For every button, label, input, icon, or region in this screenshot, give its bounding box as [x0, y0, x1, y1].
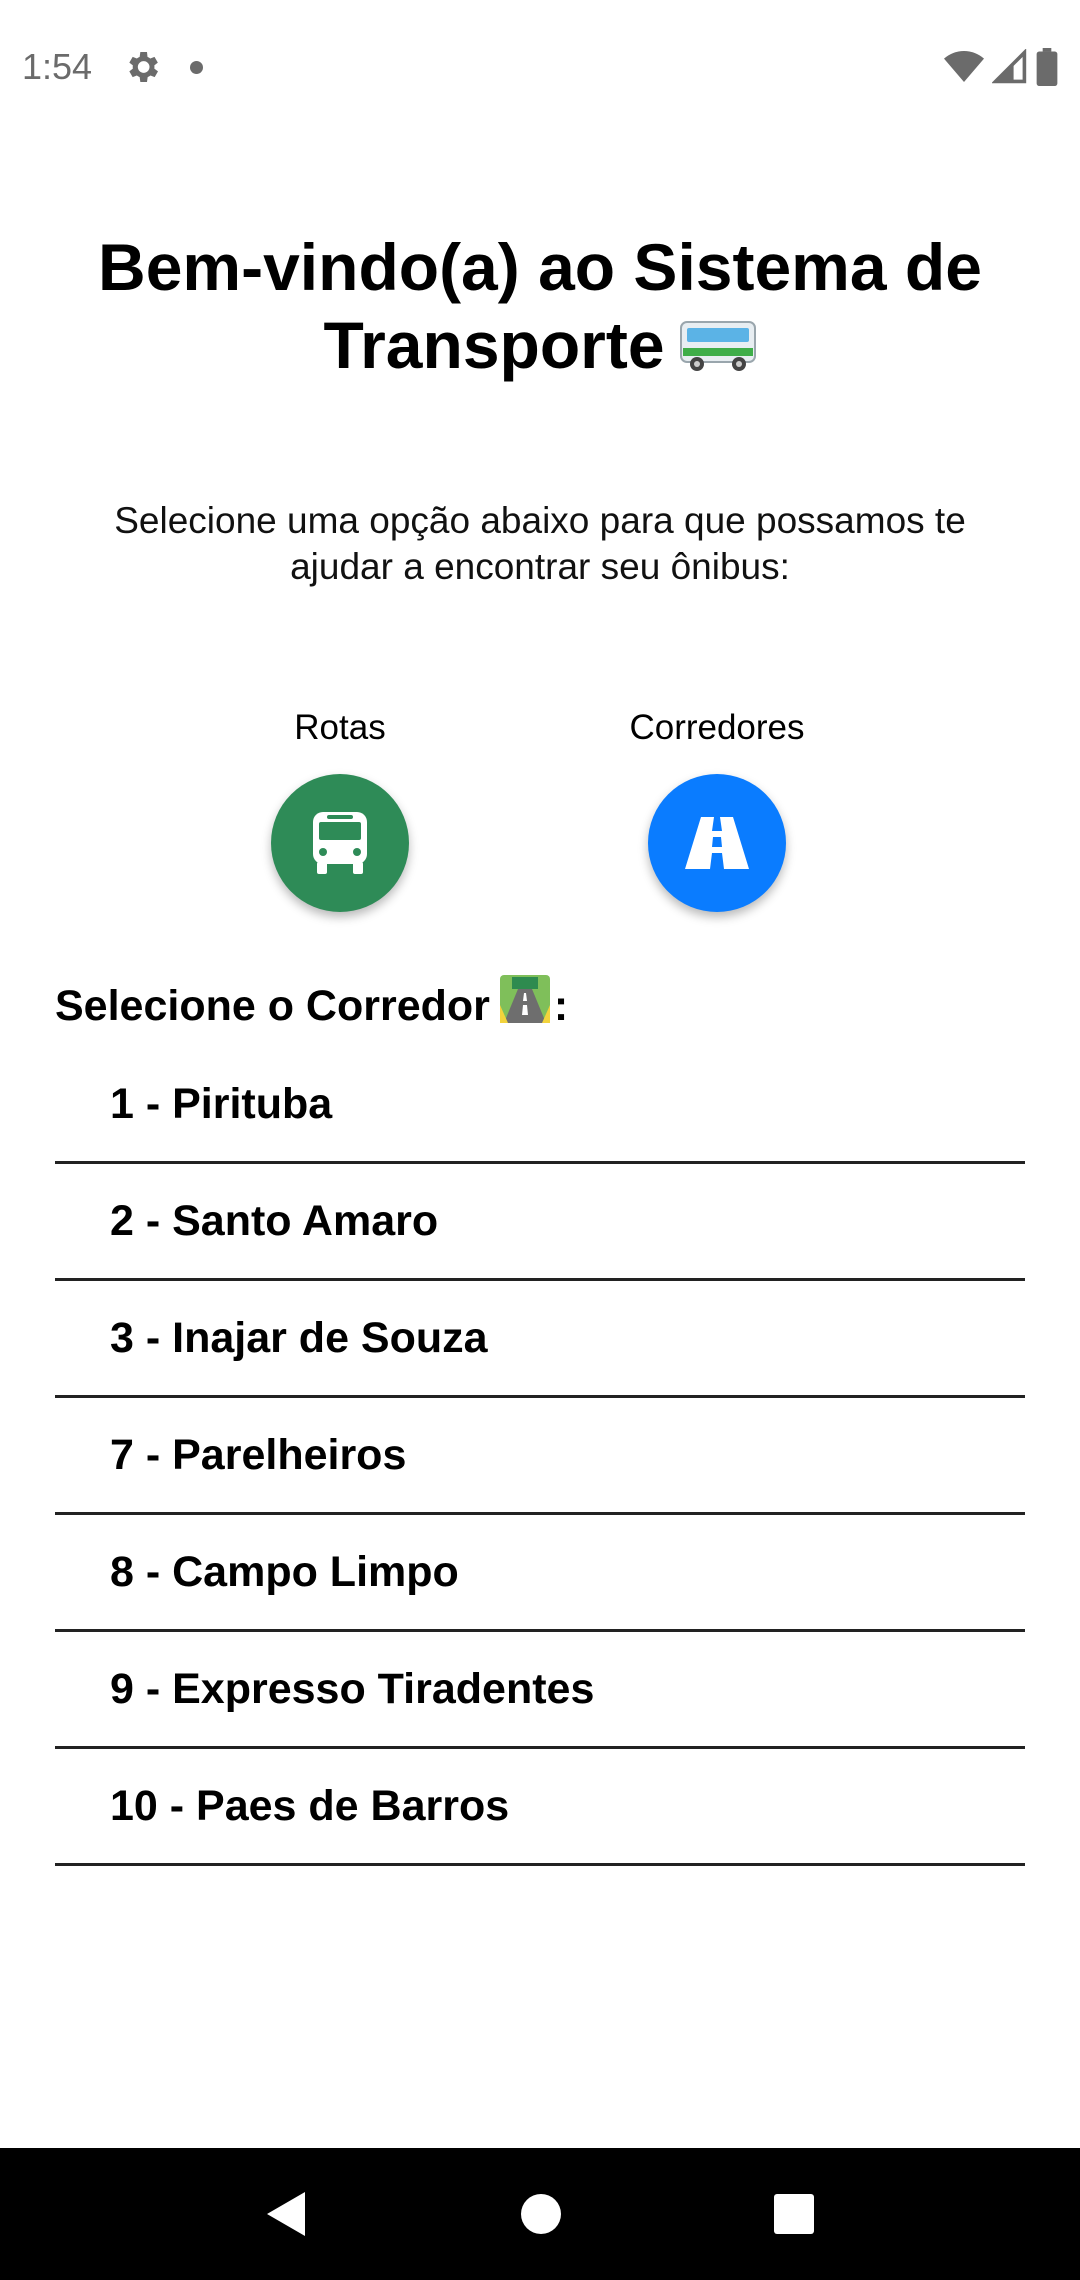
status-bar: 1:54	[0, 0, 1080, 134]
bus-front-icon	[313, 812, 367, 874]
corridor-item[interactable]: 10 - Paes de Barros	[55, 1749, 1025, 1866]
motorway-icon	[499, 975, 550, 1037]
bus-icon	[679, 312, 757, 390]
recents-icon	[774, 2194, 814, 2234]
rotas-button[interactable]	[271, 774, 409, 912]
option-rotas: Rotas	[190, 706, 490, 912]
page-title-text: Bem-vindo(a) ao Sistema de Transporte	[98, 230, 982, 382]
home-button[interactable]	[519, 2192, 563, 2236]
corridor-item[interactable]: 9 - Expresso Tiradentes	[55, 1632, 1025, 1749]
option-corredores: Corredores	[567, 706, 867, 912]
corredores-button[interactable]	[648, 774, 786, 912]
wifi-icon	[944, 51, 984, 82]
home-icon	[521, 2194, 561, 2234]
notification-dot	[190, 60, 204, 74]
navigation-bar	[0, 2148, 1080, 2280]
corridor-heading-text: Selecione o Corredor	[55, 982, 490, 1030]
subtitle: Selecione uma opção abaixo para que poss…	[114, 500, 966, 587]
status-time: 1:54	[22, 46, 93, 87]
battery-icon	[1036, 48, 1058, 86]
corridor-section-heading: Selecione o Corredor :	[55, 975, 568, 1037]
recents-button[interactable]	[773, 2193, 815, 2235]
signal-icon	[992, 49, 1027, 84]
corridor-item[interactable]: 2 - Santo Amaro	[55, 1164, 1025, 1281]
gear-icon	[129, 52, 159, 82]
back-icon	[267, 2192, 305, 2236]
status-icons	[944, 48, 1058, 86]
corridor-heading-colon: :	[553, 982, 569, 1030]
corridor-item[interactable]: 8 - Campo Limpo	[55, 1515, 1025, 1632]
corridor-list: 1 - Pirituba 2 - Santo Amaro 3 - Inajar …	[55, 1047, 1025, 1866]
corridor-item[interactable]: 7 - Parelheiros	[55, 1398, 1025, 1515]
option-rotas-label: Rotas	[294, 708, 386, 747]
road-icon	[685, 817, 749, 869]
back-button[interactable]	[265, 2190, 309, 2238]
corridor-item[interactable]: 3 - Inajar de Souza	[55, 1281, 1025, 1398]
corridor-item[interactable]: 1 - Pirituba	[55, 1047, 1025, 1164]
option-corredores-label: Corredores	[629, 708, 805, 747]
page-title: Bem-vindo(a) ao Sistema de Transporte	[60, 228, 1020, 390]
